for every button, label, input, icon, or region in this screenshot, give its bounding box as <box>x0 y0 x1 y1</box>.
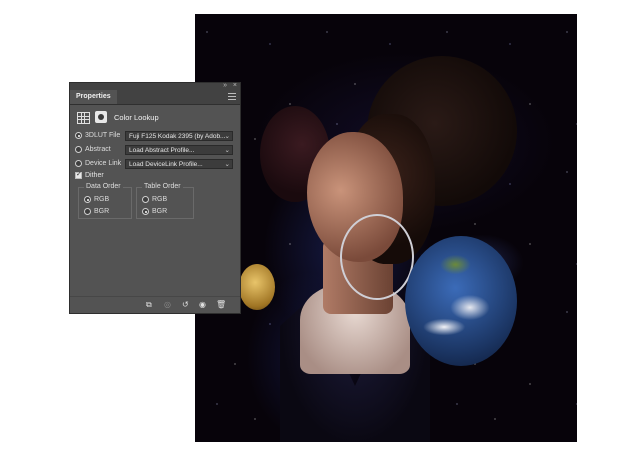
earth-planet <box>405 236 517 366</box>
option-label: RGB <box>94 196 110 203</box>
radio-table-order-rgb[interactable] <box>142 196 149 203</box>
double-chevron-icon[interactable]: » <box>223 82 227 90</box>
chevron-down-icon: ⌄ <box>224 133 230 140</box>
radio-data-order-rgb[interactable] <box>84 196 91 203</box>
dither-checkbox[interactable] <box>75 170 82 179</box>
radio-data-order-bgr[interactable] <box>84 208 91 215</box>
row-label: Device Link <box>85 160 122 167</box>
chevron-down-icon: ⌄ <box>224 147 230 154</box>
select-value: Load Abstract Profile... <box>129 147 195 154</box>
trash-icon[interactable]: 🗑 <box>216 301 226 309</box>
select-value: Load DeviceLink Profile... <box>129 161 203 168</box>
moon <box>239 264 275 310</box>
data-order-title: Data Order <box>84 183 123 190</box>
close-icon[interactable]: × <box>233 82 237 90</box>
option-label: RGB <box>152 196 168 203</box>
radio-3dlut-file[interactable] <box>75 132 82 139</box>
layer-mask-icon[interactable] <box>95 111 107 123</box>
radio-table-order-bgr[interactable] <box>142 208 149 215</box>
tab-properties[interactable]: Properties <box>70 90 117 104</box>
row-label: Abstract <box>85 146 111 153</box>
view-previous-state-icon[interactable]: ◎ <box>164 301 171 309</box>
adjustment-title: Color Lookup <box>114 113 159 122</box>
row-3dlut-file: 3DLUT File Fuji F125 Kodak 2395 (by Adob… <box>75 131 235 142</box>
row-device-link: Device Link Load DeviceLink Profile... ⌄ <box>75 159 235 170</box>
row-abstract: Abstract Load Abstract Profile... ⌄ <box>75 145 235 156</box>
properties-panel: » × Properties Color Lookup 3DLUT File F… <box>69 82 241 314</box>
lookup-table-icon[interactable] <box>77 112 90 124</box>
table-order-title: Table Order <box>142 183 183 190</box>
option-label: BGR <box>94 208 110 215</box>
hamburger-menu-icon[interactable] <box>228 93 236 101</box>
panel-tab-row: Properties <box>70 90 240 105</box>
radio-abstract[interactable] <box>75 146 82 153</box>
panel-footer: ⧉ ◎ ↺ ◉ 🗑 <box>70 296 240 313</box>
row-label: 3DLUT File <box>85 132 121 139</box>
select-3dlut-file[interactable]: Fuji F125 Kodak 2395 (by Adob... ⌄ <box>125 131 233 141</box>
data-order-group: Data Order RGB BGR <box>78 183 132 219</box>
panel-topbar: » × <box>70 82 240 90</box>
radio-device-link[interactable] <box>75 160 82 167</box>
reset-icon[interactable]: ↺ <box>182 301 189 309</box>
document-canvas[interactable] <box>195 14 577 442</box>
select-abstract[interactable]: Load Abstract Profile... ⌄ <box>125 145 233 155</box>
select-value: Fuji F125 Kodak 2395 (by Adob... <box>129 133 226 140</box>
option-label: BGR <box>152 208 168 215</box>
table-order-group: Table Order RGB BGR <box>136 183 194 219</box>
dither-label: Dither <box>85 172 104 179</box>
adjustment-header: Color Lookup <box>77 111 235 125</box>
visibility-eye-icon[interactable]: ◉ <box>199 301 206 309</box>
hoop-earring <box>340 214 414 300</box>
select-device-link[interactable]: Load DeviceLink Profile... ⌄ <box>125 159 233 169</box>
chevron-down-icon: ⌄ <box>224 161 230 168</box>
clip-to-layer-icon[interactable]: ⧉ <box>146 301 152 309</box>
